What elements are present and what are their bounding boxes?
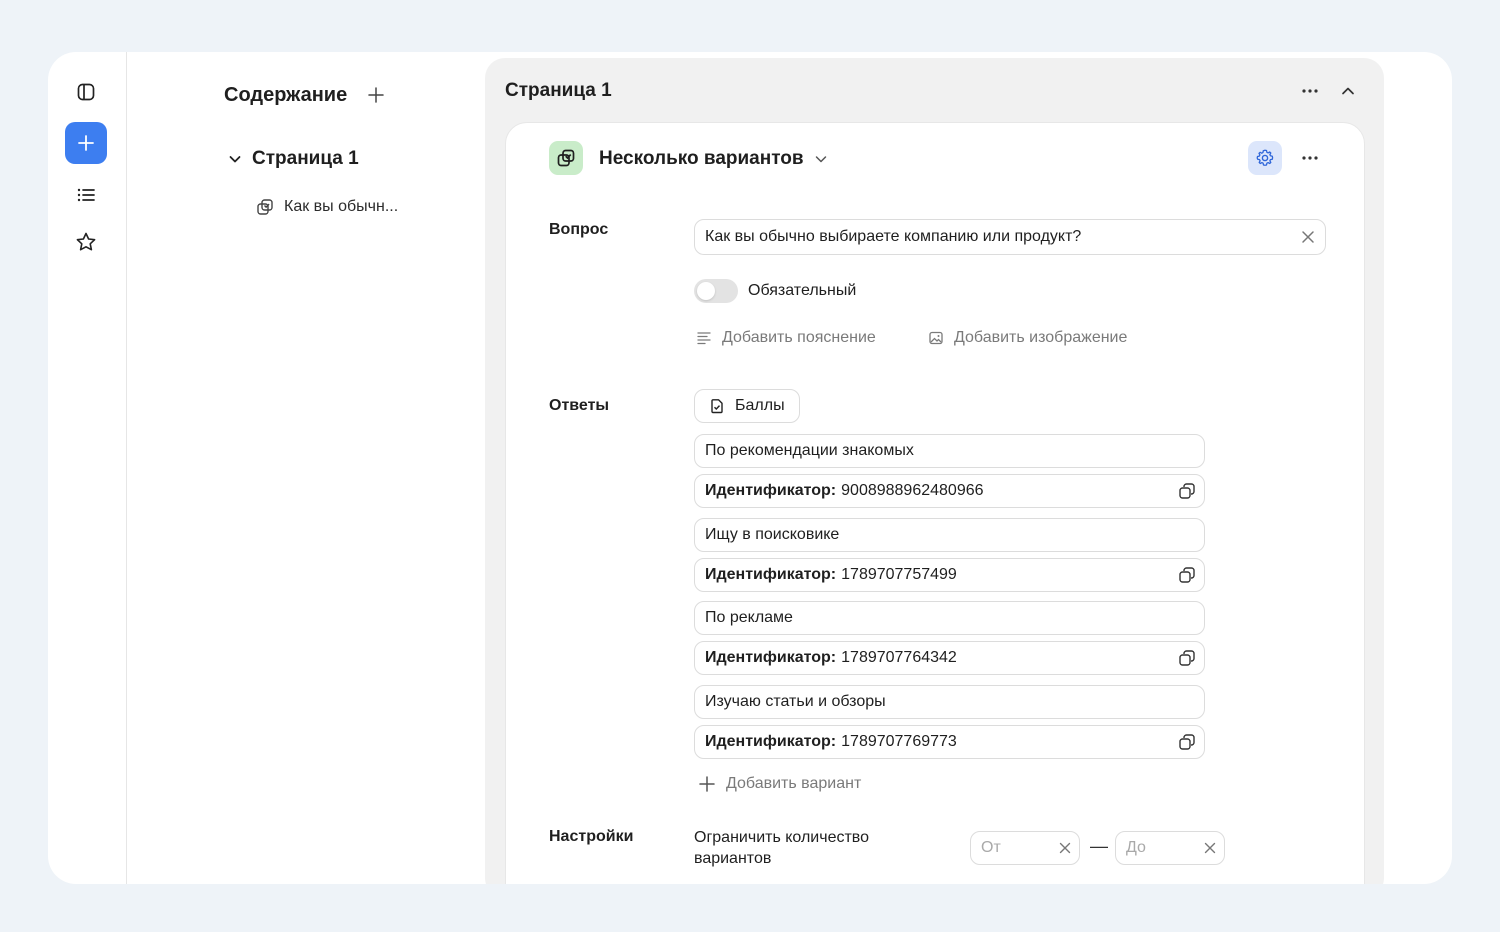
scores-button[interactable]: Баллы	[694, 389, 800, 423]
page-panel: Страница 1 Несколько вариантов Вопрос Ка…	[485, 58, 1384, 884]
add-image-button[interactable]: Добавить изображение	[928, 329, 1127, 347]
add-button[interactable]	[65, 122, 107, 164]
star-icon	[76, 232, 96, 251]
app-frame: Содержание Страница 1 Как вы обычн... Ст…	[0, 0, 1500, 932]
chevron-down-icon	[229, 156, 241, 163]
limit-to-placeholder: До	[1126, 839, 1146, 856]
answer-text: Ищу в поисковике	[705, 526, 840, 543]
app-window: Содержание Страница 1 Как вы обычн... Ст…	[48, 52, 1452, 884]
range-dash: —	[1090, 836, 1108, 856]
page-title: Страница 1	[505, 80, 612, 101]
answer-id-field: Идентификатор: 1789707769773	[694, 725, 1205, 759]
chevron-up-icon	[1342, 87, 1354, 95]
panel-toggle-button[interactable]	[65, 71, 107, 113]
more-icon	[1302, 89, 1318, 93]
file-check-icon	[711, 399, 723, 414]
clear-question-button[interactable]	[1301, 230, 1315, 244]
answer-id-field: Идентификатор: 1789707757499	[694, 558, 1205, 592]
copy-id-button[interactable]	[1178, 482, 1196, 500]
question-type-label: Несколько вариантов	[599, 148, 804, 169]
close-icon	[1204, 842, 1216, 854]
answer-input[interactable]: Ищу в поисковике	[694, 518, 1205, 552]
limit-from-placeholder: От	[981, 839, 1001, 856]
plus-icon	[78, 135, 94, 151]
answer-id-value: 1789707757499	[841, 566, 957, 583]
outline-title: Содержание	[224, 84, 348, 106]
answer-input[interactable]: По рекламе	[694, 601, 1205, 635]
copy-icon	[1179, 650, 1195, 666]
answer-id-prefix: Идентификатор:	[705, 566, 837, 583]
required-toggle[interactable]	[694, 279, 738, 303]
clear-to-button[interactable]	[1204, 842, 1216, 854]
question-settings-button[interactable]	[1248, 141, 1282, 175]
copy-id-button[interactable]	[1178, 649, 1196, 667]
question-more-button[interactable]	[1298, 147, 1322, 169]
favorites-button[interactable]	[65, 221, 107, 263]
copy-icon	[1179, 567, 1195, 583]
list-icon	[77, 188, 95, 202]
page-more-button[interactable]	[1297, 80, 1323, 102]
answers-row-label: Ответы	[549, 397, 610, 414]
plus-icon	[368, 87, 384, 103]
multiple-choice-icon	[257, 199, 273, 215]
answer-id-prefix: Идентификатор:	[705, 733, 837, 750]
clear-from-button[interactable]	[1059, 842, 1071, 854]
text-lines-icon	[697, 332, 711, 345]
answer-id-prefix: Идентификатор:	[705, 649, 837, 666]
copy-icon	[1179, 483, 1195, 499]
question-type-select[interactable]: Несколько вариантов	[599, 148, 828, 170]
limit-to-input[interactable]: До	[1115, 831, 1225, 865]
add-variant-button[interactable]: Добавить вариант	[698, 775, 861, 793]
panel-toggle-icon	[77, 83, 95, 101]
question-type-badge	[549, 141, 583, 175]
limit-from-input[interactable]: От	[970, 831, 1080, 865]
gear-icon	[1256, 149, 1274, 166]
add-hint-button[interactable]: Добавить пояснение	[696, 329, 876, 347]
question-card: Несколько вариантов Вопрос Как вы обычно…	[505, 122, 1365, 884]
scores-label: Баллы	[735, 397, 785, 414]
add-variant-label: Добавить вариант	[726, 775, 862, 792]
add-hint-label: Добавить пояснение	[722, 329, 876, 346]
copy-id-button[interactable]	[1178, 733, 1196, 751]
required-label: Обязательный	[748, 282, 857, 299]
question-row-label: Вопрос	[549, 221, 609, 238]
copy-icon	[1179, 734, 1195, 750]
answer-id-value: 1789707764342	[841, 649, 957, 666]
answer-id-prefix: Идентификатор:	[705, 482, 837, 499]
more-icon	[1302, 156, 1318, 160]
close-icon	[1302, 231, 1314, 243]
image-icon	[929, 331, 943, 345]
page-collapse-button[interactable]	[1335, 80, 1361, 102]
answer-text: Изучаю статьи и обзоры	[705, 693, 886, 710]
outline-page-label: Страница 1	[252, 148, 359, 169]
question-input-value: Как вы обычно выбираете компанию или про…	[705, 228, 1082, 245]
copy-id-button[interactable]	[1178, 566, 1196, 584]
answer-id-field: Идентификатор: 1789707764342	[694, 641, 1205, 675]
settings-row-label: Настройки	[549, 828, 634, 845]
close-icon	[1059, 842, 1071, 854]
answer-id-value: 1789707769773	[841, 733, 957, 750]
answer-input[interactable]: По рекомендации знакомых	[694, 434, 1205, 468]
list-button[interactable]	[65, 174, 107, 216]
chevron-down-icon	[815, 156, 826, 163]
outline-page-item[interactable]: Страница 1	[228, 148, 359, 170]
plus-icon	[699, 776, 715, 792]
answer-input[interactable]: Изучаю статьи и обзоры	[694, 685, 1205, 719]
question-input[interactable]: Как вы обычно выбираете компанию или про…	[694, 219, 1326, 255]
outline-add-button[interactable]	[364, 83, 388, 107]
answer-text: По рекламе	[705, 609, 793, 626]
outline-question-item[interactable]: Как вы обычн...	[256, 198, 398, 216]
content-outline: Содержание Страница 1 Как вы обычн...	[128, 52, 485, 884]
answer-text: По рекомендации знакомых	[705, 442, 914, 459]
add-image-label: Добавить изображение	[954, 329, 1128, 346]
answer-id-value: 9008988962480966	[841, 482, 984, 499]
answer-id-field: Идентификатор: 9008988962480966	[694, 474, 1205, 508]
outline-question-label: Как вы обычн...	[284, 198, 399, 215]
left-rail	[48, 52, 127, 884]
multiple-choice-icon	[557, 149, 575, 167]
limit-variants-label: Ограничить количество вариантов	[694, 829, 870, 867]
